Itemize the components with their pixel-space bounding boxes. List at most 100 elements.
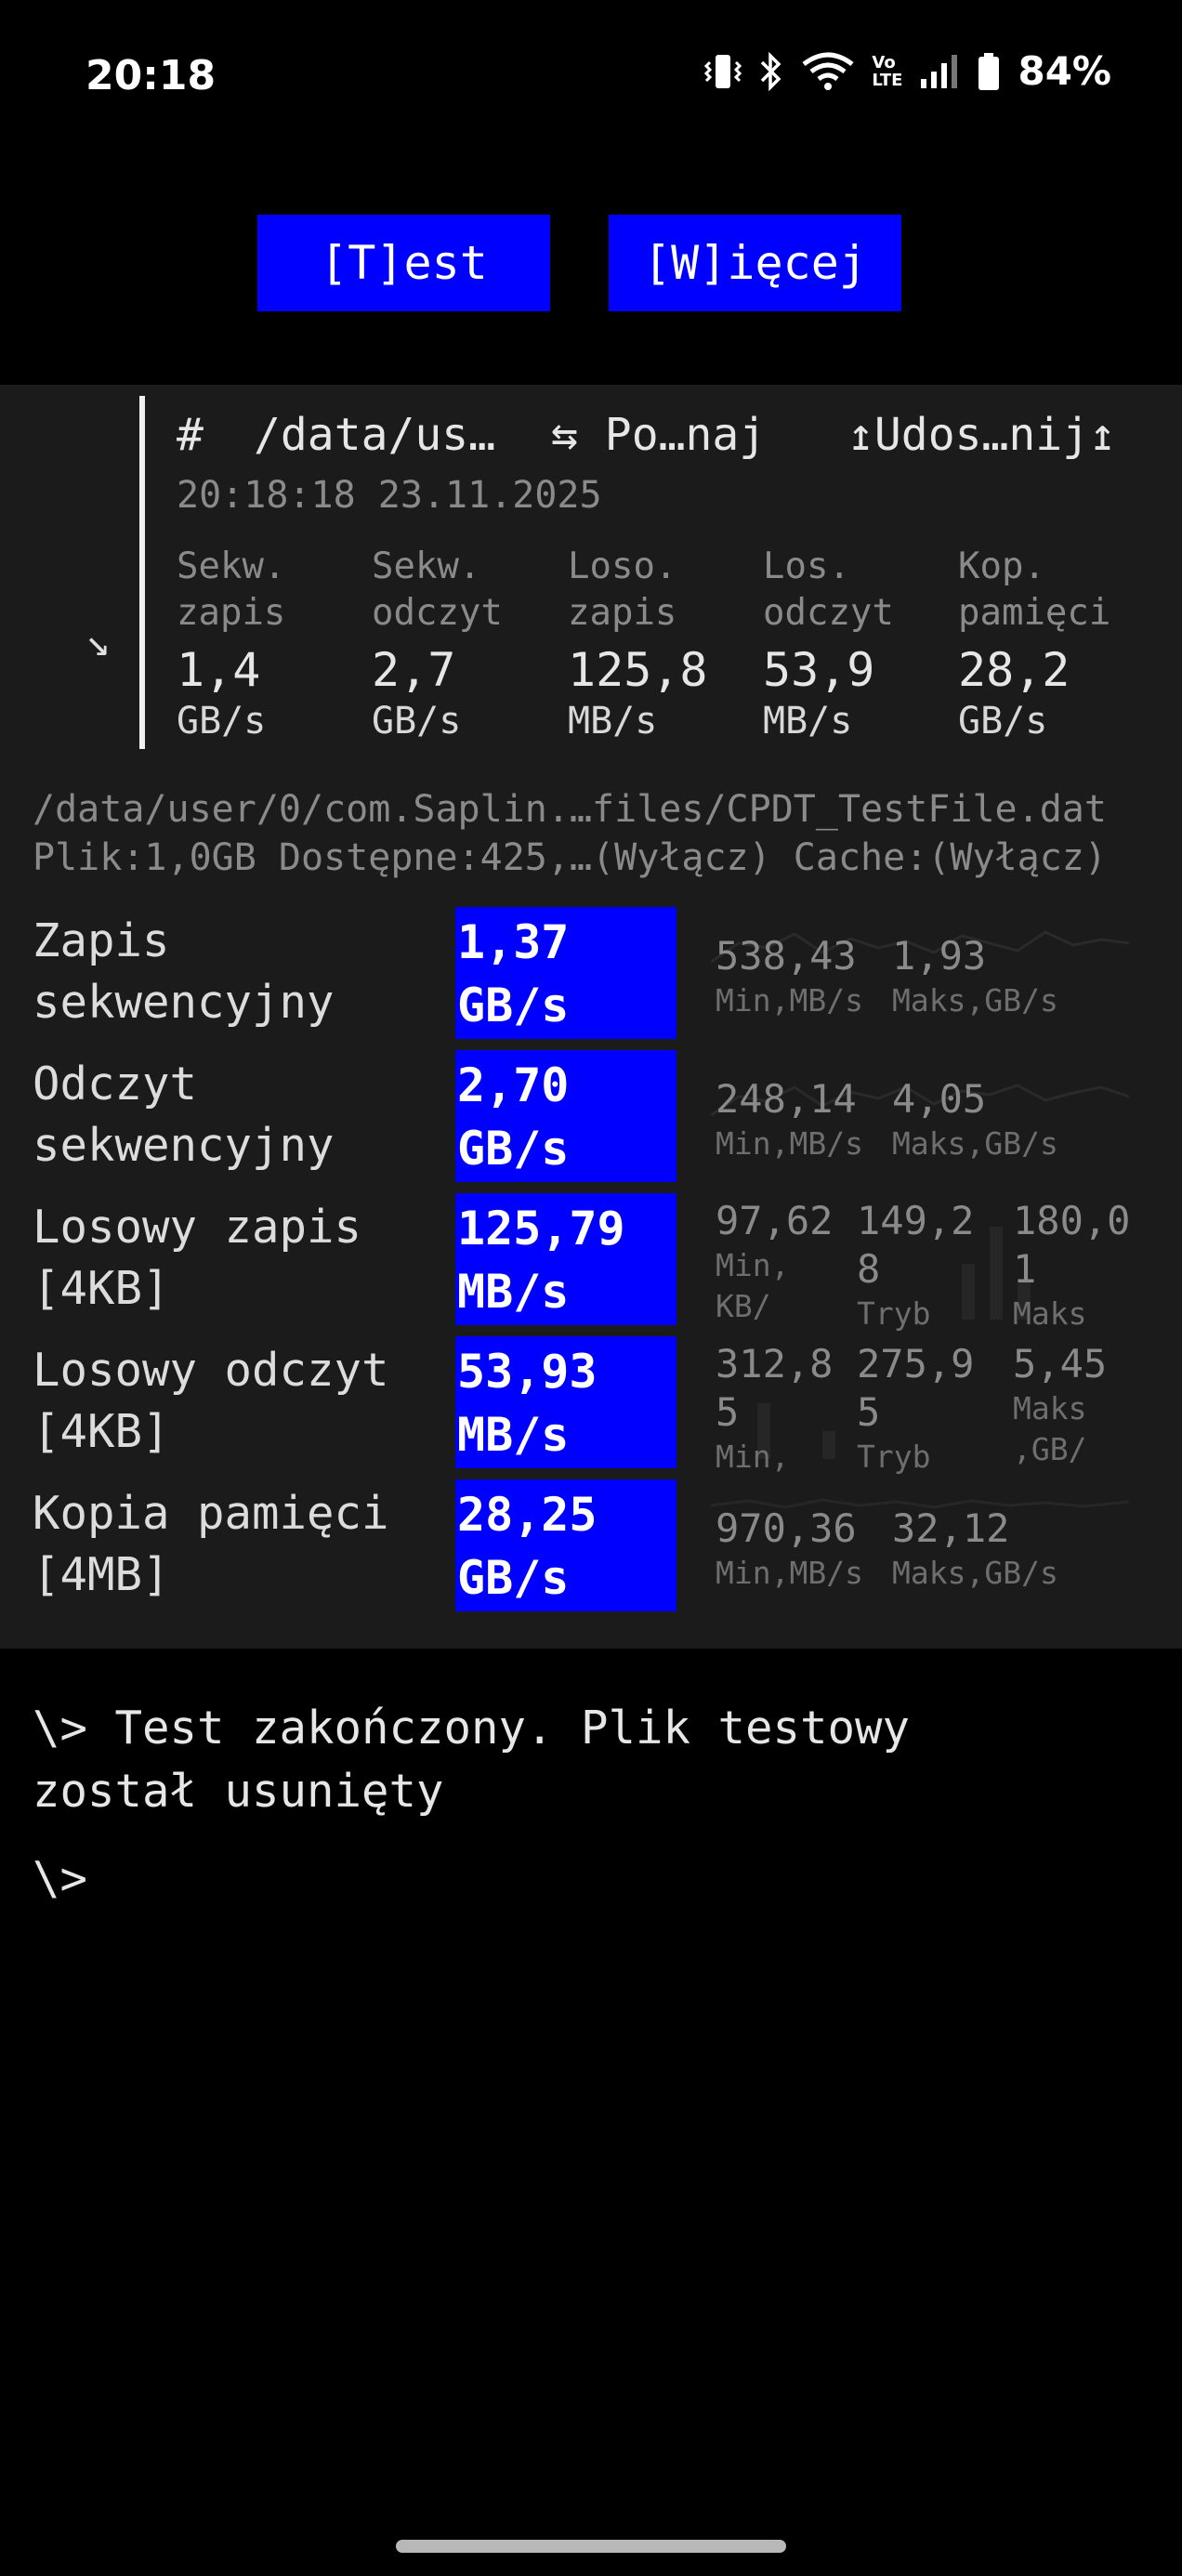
wifi-icon [801,51,855,92]
volte-line2: LTE [872,70,903,90]
stat-value: 4,05 [892,1076,987,1122]
result-value-box: 53,93 MB/s [455,1336,676,1468]
stat-value: 970,36 [716,1505,857,1551]
test-button[interactable]: [T]est [257,215,550,311]
stat: 97,62 Min, KB/ [716,1197,833,1327]
row-label-line: Losowy odczyt [33,1344,389,1397]
metric-rand-read: Los. odczyt 53,9 MB/s [763,544,949,744]
console-prompt[interactable]: \> [33,1847,87,1911]
result-value-box: 2,70 GB/s [455,1050,676,1182]
status-bar: 20:18 Vo LTE 84% [0,0,1182,149]
collapse-arrow-icon[interactable]: ↘ [85,618,111,665]
console-message: \> Test zakończony. Plik testowy został … [33,1697,910,1823]
metric-unit: GB/s [372,700,462,743]
row-label-line: [4KB] [33,1405,170,1458]
row-label-line: [4MB] [33,1548,170,1601]
card-datetime: 20:18:18 23.11.2025 [177,474,602,517]
volte-line1: Vo [872,52,896,72]
stat: 32,12 Maks,GB/s [892,1505,1058,1594]
result-label-mem-copy: Kopia pamięci [4MB] [33,1483,389,1606]
stat: 5,45 Maks ,GB/ [1013,1340,1107,1470]
vibrate-icon [704,51,742,92]
metric-value: 53,9 [763,643,875,697]
stat-value: 180,0 [1013,1198,1131,1243]
stat-value: 97,62 [716,1198,834,1243]
result-label-seq-read: Odczyt sekwencyjny [33,1054,335,1176]
stat-label: ,GB/ [1013,1431,1087,1467]
metric-value: 28,2 [958,643,1070,697]
stat-label: Maks [1013,1390,1087,1426]
metric-label: zapis [568,592,677,634]
row-label-line: sekwencyjny [33,976,335,1029]
status-time: 20:18 [85,52,217,99]
hash-icon: # [177,409,204,461]
stat-label: Tryb [857,1295,931,1332]
stat: 180,0 1 Maks [1013,1197,1130,1334]
stat-label: Maks [1013,1295,1087,1332]
stat: 312,8 5 Min, [716,1340,833,1478]
stat-value: 538,43 [716,933,857,979]
volte-icon: Vo LTE [872,54,902,89]
battery-percent: 84% [1018,48,1111,94]
stat-value: 149,2 [857,1198,975,1243]
stat-value: 5,45 [1013,1341,1108,1387]
result-value: 28,25 [457,1488,598,1542]
stat-label: Maks,GB/s [892,1555,1058,1591]
metric-rand-write: Loso. zapis 125,8 MB/s [568,544,754,744]
stat-label: Min,MB/s [716,1125,863,1162]
metric-value: 2,7 [372,643,456,697]
console-line: został usunięty [33,1765,444,1818]
row-label-line: sekwencyjny [33,1119,335,1172]
row-label-line: Losowy zapis [33,1201,362,1254]
result-label-seq-write: Zapis sekwencyjny [33,911,335,1033]
card-path[interactable]: /data/us… [254,409,495,461]
result-value: 1,37 [457,915,570,969]
metric-unit: GB/s [177,700,267,743]
stat-value-wrap: 8 [857,1246,881,1292]
result-unit: GB/s [457,1551,570,1605]
file-details[interactable]: Plik:1,0GB Dostępne:425,…(Wyłącz) Cache:… [33,836,1107,879]
stat-label: Min,MB/s [716,982,863,1019]
stat-label: Min, [716,1439,790,1475]
share-button[interactable]: ↥Udos…nij↥ [847,409,1116,461]
stat-label: Min,MB/s [716,1555,863,1591]
bluetooth-icon [758,51,784,92]
result-value: 125,79 [457,1202,625,1255]
result-value-box: 125,79 MB/s [455,1193,676,1325]
battery-icon [977,51,1001,92]
stat-label: Maks,GB/s [892,1125,1058,1162]
result-unit: MB/s [457,1408,570,1462]
stat-value: 312,8 [716,1341,834,1387]
stat-value-wrap: 5 [716,1389,740,1435]
home-indicator[interactable] [396,2540,786,2553]
row-label-line: Kopia pamięci [33,1487,389,1540]
metric-label: zapis [177,592,286,634]
stat-label: KB/ [716,1288,771,1324]
stat-label: Min, [716,1247,790,1283]
stat-value: 1,93 [892,933,987,979]
stat: 538,43 Min,MB/s [716,932,863,1021]
metric-label: Sekw. [177,545,286,587]
metric-label: Kop. [958,545,1045,587]
stat-value: 32,12 [892,1505,1010,1551]
result-value-box: 28,25 GB/s [455,1479,676,1611]
result-value-box: 1,37 GB/s [455,907,676,1039]
status-icons: Vo LTE 84% [704,48,1111,94]
result-unit: MB/s [457,1265,570,1319]
more-button[interactable]: [W]ięcej [609,215,901,311]
stat: 275,9 5 Tryb [857,1340,974,1478]
stat-value: 275,9 [857,1341,975,1387]
result-unit: GB/s [457,979,570,1032]
row-label-line: Zapis [33,914,170,967]
metric-mem-copy: Kop. pamięci 28,2 GB/s [958,544,1144,744]
stat: 1,93 Maks,GB/s [892,932,1058,1021]
metric-label: Sekw. [372,545,481,587]
stat-value-wrap: 5 [857,1389,881,1435]
stat: 970,36 Min,MB/s [716,1505,863,1594]
result-value: 2,70 [457,1058,570,1112]
row-label-line: [4KB] [33,1262,170,1315]
metric-unit: GB/s [958,700,1048,743]
compare-button[interactable]: ⇆ Po…naj [551,409,766,461]
result-value: 53,93 [457,1345,598,1399]
stat-label: Tryb [857,1439,931,1475]
